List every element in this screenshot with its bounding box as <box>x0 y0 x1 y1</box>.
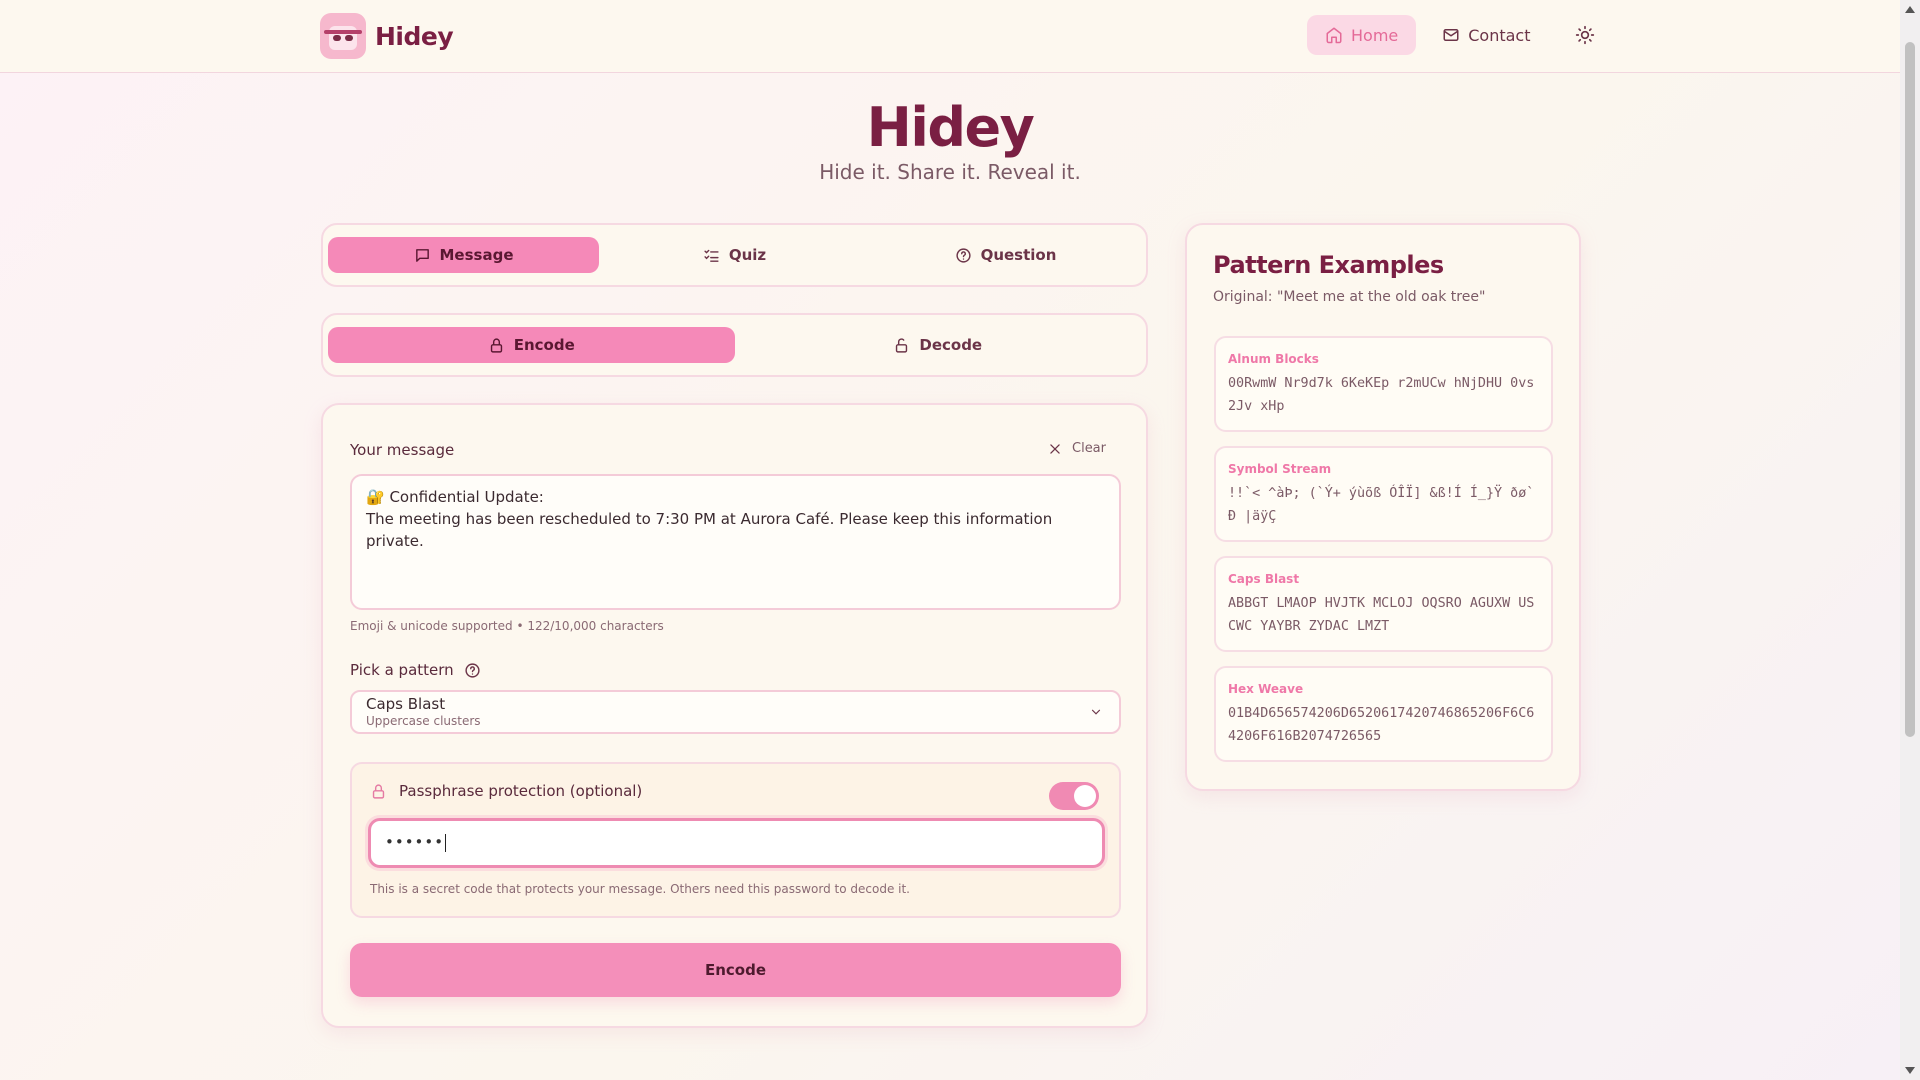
main-nav: Home Contact <box>1307 15 1605 55</box>
example-card-symbol-stream: Symbol Stream !!`< ^àÞ; (`Ý+ ýùõß ÓÎÏ] &… <box>1214 446 1553 542</box>
tab-decode[interactable]: Decode <box>735 327 1142 363</box>
encode-form-card: Your message Clear 🔐 Confidential Update… <box>321 403 1148 1028</box>
nav-home[interactable]: Home <box>1307 15 1417 55</box>
toggle-knob <box>1074 785 1096 807</box>
tab-question[interactable]: Question <box>870 237 1141 273</box>
list-check-icon <box>704 249 719 262</box>
mode-tabs: Message Quiz Question <box>321 223 1148 287</box>
examples-list: Alnum Blocks 00RwmW Nr9d7k 6KeKEp r2mUCw… <box>1214 336 1553 776</box>
pattern-selected-value: Caps Blast <box>366 695 446 713</box>
tab-message[interactable]: Message <box>328 237 599 273</box>
text-caret <box>445 833 447 852</box>
brand-name: Hidey <box>375 21 454 51</box>
nav-home-label: Home <box>1351 25 1399 45</box>
pattern-examples-panel: Pattern Examples Original: "Meet me at t… <box>1185 223 1581 791</box>
scroll-up-arrow-icon[interactable] <box>1905 6 1915 13</box>
scroll-down-arrow-icon[interactable] <box>1905 1067 1915 1074</box>
help-circle-icon[interactable] <box>464 662 481 679</box>
brand-link[interactable]: Hidey <box>320 13 454 59</box>
passphrase-hint: This is a secret code that protects your… <box>370 882 910 896</box>
close-icon <box>1050 443 1060 454</box>
unlock-icon <box>896 337 908 353</box>
tab-quiz[interactable]: Quiz <box>599 237 870 273</box>
example-text: !!`< ^àÞ; (`Ý+ ýùõß ÓÎÏ] &ß!Í Í_}Ÿ ðø`Ð … <box>1228 486 1535 524</box>
pattern-label: Pick a pattern <box>350 661 454 679</box>
sun-icon <box>1575 25 1594 45</box>
panel-title: Pattern Examples <box>1213 251 1444 279</box>
message-label: Your message <box>350 441 455 459</box>
passphrase-input[interactable]: •••••• <box>368 818 1105 868</box>
example-text: ABBGT LMAOP HVJTK MCLOJ OQSRO AGUXW USCW… <box>1228 596 1535 634</box>
clear-label: Clear <box>1072 441 1106 456</box>
passphrase-label: Passphrase protection (optional) <box>399 782 643 800</box>
lock-icon <box>490 337 502 353</box>
tab-decode-label: Decode <box>919 336 983 354</box>
message-textarea[interactable]: 🔐 Confidential Update: The meeting has b… <box>350 474 1121 610</box>
message-line-2: The meeting has been rescheduled to 7:30… <box>366 510 1053 550</box>
message-hint: Emoji & unicode supported • 122/10,000 c… <box>350 619 664 633</box>
example-text: 01B4D656574206D6520617420746865206F6C642… <box>1228 706 1535 744</box>
page-title: Hidey <box>866 96 1035 159</box>
top-navbar: Hidey Home Contact <box>0 0 1900 73</box>
chevron-down-icon <box>1091 709 1101 715</box>
message-icon <box>415 248 429 262</box>
passphrase-toggle[interactable] <box>1049 782 1099 810</box>
tab-question-label: Question <box>980 246 1057 264</box>
clear-button[interactable]: Clear <box>1048 441 1106 456</box>
logo-icon <box>320 13 366 59</box>
pattern-select[interactable]: Caps Blast Uppercase clusters <box>350 690 1121 734</box>
example-name: Symbol Stream <box>1228 462 1332 476</box>
panel-original-text: Original: "Meet me at the old oak tree" <box>1213 289 1486 305</box>
page-subtitle: Hide it. Share it. Reveal it. <box>819 160 1081 184</box>
theme-toggle-button[interactable] <box>1565 15 1605 55</box>
passphrase-section: Passphrase protection (optional) •••••• … <box>350 762 1121 918</box>
pattern-selected-desc: Uppercase clusters <box>366 714 481 728</box>
mail-icon <box>1443 29 1459 41</box>
passphrase-header: Passphrase protection (optional) <box>370 782 642 800</box>
tab-encode-label: Encode <box>513 336 575 354</box>
page-scrollbar[interactable] <box>1900 0 1920 1080</box>
scrollbar-thumb[interactable] <box>1905 42 1915 737</box>
home-icon <box>1326 27 1342 44</box>
tab-message-label: Message <box>439 246 514 264</box>
example-name: Alnum Blocks <box>1228 352 1319 366</box>
message-line-1: 🔐 Confidential Update: <box>366 488 544 506</box>
tab-encode[interactable]: Encode <box>328 327 735 363</box>
encode-submit-button[interactable]: Encode <box>350 943 1121 997</box>
example-name: Caps Blast <box>1228 572 1300 586</box>
example-text: 00RwmW Nr9d7k 6KeKEp r2mUCw hNjDHU 0vs2J… <box>1228 376 1535 414</box>
action-tabs: Encode Decode <box>321 313 1148 377</box>
nav-contact[interactable]: Contact <box>1424 15 1548 55</box>
tab-quiz-label: Quiz <box>728 246 767 264</box>
example-card-caps-blast: Caps Blast ABBGT LMAOP HVJTK MCLOJ OQSRO… <box>1214 556 1553 652</box>
example-card-hex-weave: Hex Weave 01B4D656574206D652061742074686… <box>1214 666 1553 762</box>
encode-submit-label: Encode <box>704 961 767 979</box>
lock-icon <box>372 783 385 799</box>
example-name: Hex Weave <box>1228 682 1304 696</box>
nav-contact-label: Contact <box>1468 25 1531 45</box>
passphrase-value: •••••• <box>385 833 445 851</box>
example-card-alnum-blocks: Alnum Blocks 00RwmW Nr9d7k 6KeKEp r2mUCw… <box>1214 336 1553 432</box>
help-circle-icon <box>955 247 971 263</box>
pattern-label-row: Pick a pattern <box>350 661 481 679</box>
